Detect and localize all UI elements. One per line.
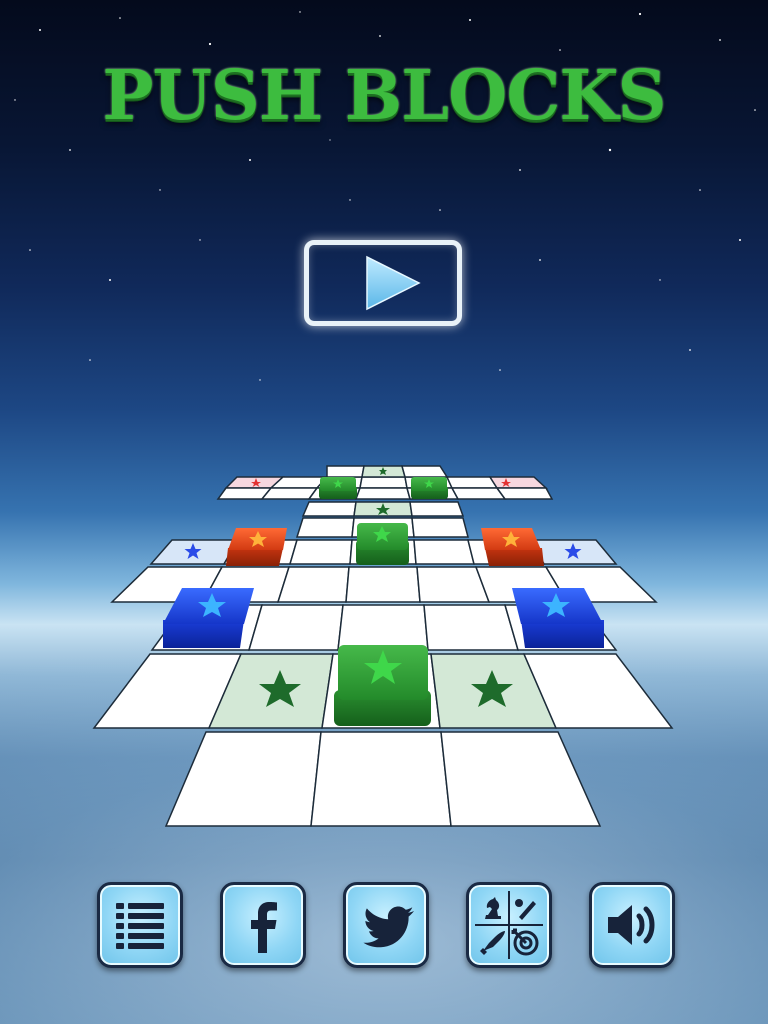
green-block[interactable] [356,523,409,565]
game-center-button[interactable] [466,882,552,968]
board-tile [326,465,365,478]
red-block[interactable] [481,528,544,566]
board-tile [423,604,519,651]
board-tile [289,539,353,565]
speaker-icon [608,905,655,945]
board-tile [295,517,355,538]
board-tile [440,731,602,827]
board-tile [164,731,322,827]
red-block[interactable] [226,528,287,566]
board-tile [345,566,421,603]
board-tile [310,731,452,827]
green-block[interactable] [334,645,431,726]
sound-button[interactable] [589,882,675,968]
board-tile [445,476,499,489]
facebook-button[interactable] [220,882,306,968]
board-tile [411,517,469,538]
board-tile [260,487,319,500]
game-board [92,465,674,827]
bat-icon [515,899,536,920]
twitter-button[interactable] [343,882,429,968]
board-tile [401,465,449,478]
board-tile [409,501,465,517]
board-tile [495,487,554,500]
knight-icon [485,897,501,919]
board-tile [359,476,408,489]
board-tile [450,487,507,500]
board-tile [354,487,411,500]
board-tile [488,476,548,489]
board-tile [337,604,429,651]
menu-button[interactable] [97,882,183,968]
green-block[interactable] [319,477,357,499]
board-tile [301,501,357,517]
twitter-bird-icon [363,906,414,948]
board-tile [413,539,475,565]
list-icon [116,903,164,949]
rocket-icon [480,931,505,955]
board-tile [276,566,350,603]
target-icon [511,928,539,956]
board-tile [248,604,344,651]
green-block[interactable] [411,477,448,499]
game-center-icon [475,891,543,959]
facebook-icon [251,902,277,953]
